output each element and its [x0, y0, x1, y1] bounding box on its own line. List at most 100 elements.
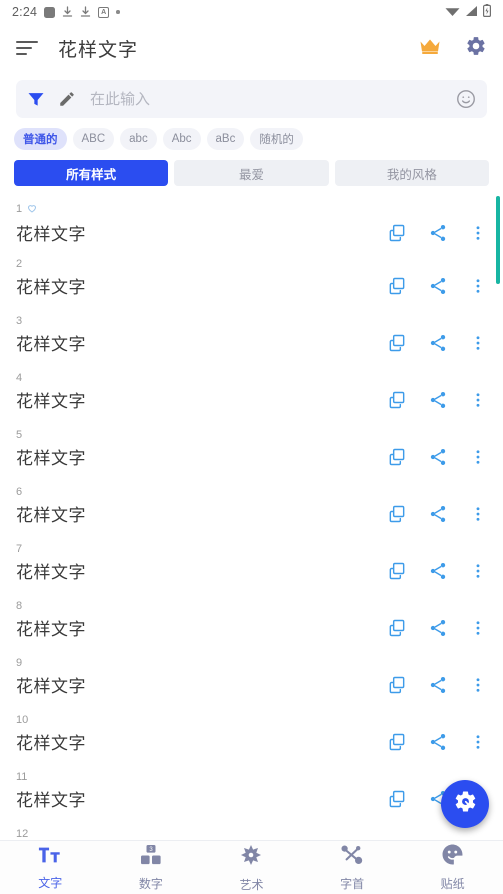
copy-icon[interactable] — [387, 675, 407, 695]
copy-icon[interactable] — [387, 789, 407, 809]
copy-icon[interactable] — [387, 223, 407, 243]
share-icon[interactable] — [428, 732, 448, 752]
overflow-menu-icon[interactable] — [469, 561, 487, 581]
style-text[interactable]: 花样文字 — [16, 330, 86, 355]
row-index: 2 — [16, 253, 487, 270]
copy-icon[interactable] — [387, 732, 407, 752]
share-icon[interactable] — [428, 504, 448, 524]
share-icon[interactable] — [428, 223, 448, 243]
screenshot-icon: A — [98, 6, 110, 18]
nav-item-1[interactable]: 3 数字 — [101, 841, 202, 894]
chip-4[interactable]: aBc — [206, 128, 245, 150]
row-index-label: 10 — [16, 714, 29, 726]
tab-0[interactable]: 所有样式 — [14, 160, 169, 186]
favorite-heart-icon[interactable] — [26, 202, 38, 217]
copy-icon[interactable] — [387, 561, 407, 581]
list-scrollbar[interactable] — [496, 196, 500, 284]
overflow-menu-icon[interactable] — [469, 276, 487, 296]
nav-item-2[interactable]: 艺术 — [201, 841, 302, 894]
list-item[interactable]: 10 花样文字 — [0, 709, 503, 766]
row-index: 12 — [16, 823, 487, 840]
style-text[interactable]: 花样文字 — [16, 387, 86, 412]
copy-icon[interactable] — [387, 618, 407, 638]
list-item[interactable]: 4 花样文字 — [0, 367, 503, 424]
style-text[interactable]: 花样文字 — [16, 558, 86, 583]
style-list[interactable]: 1 花样文字 2 花样文字 3 花样文字 4 花样文字 5 花样文字 6 花样文字 7 花样文字 8 花样文字… — [0, 196, 503, 840]
row-index: 1 — [16, 196, 487, 217]
list-item[interactable]: 11 花样文字 — [0, 766, 503, 823]
nav-item-0[interactable]: 文字 — [0, 841, 101, 894]
chip-0[interactable]: 普通的 — [14, 128, 67, 150]
row-index: 7 — [16, 538, 487, 555]
list-item[interactable]: 9 花样文字 — [0, 652, 503, 709]
style-text[interactable]: 花样文字 — [16, 786, 86, 811]
copy-icon[interactable] — [387, 276, 407, 296]
list-item[interactable]: 7 花样文字 — [0, 538, 503, 595]
search-section — [0, 72, 503, 118]
filter-funnel-icon[interactable] — [26, 89, 46, 109]
style-text[interactable]: 花样文字 — [16, 672, 86, 697]
row-actions — [387, 504, 487, 524]
copy-icon[interactable] — [387, 333, 407, 353]
share-icon[interactable] — [428, 333, 448, 353]
row-index: 10 — [16, 709, 487, 726]
overflow-menu-icon[interactable] — [469, 223, 487, 243]
style-text[interactable]: 花样文字 — [16, 729, 86, 754]
tab-2[interactable]: 我的风格 — [334, 160, 489, 186]
chip-2[interactable]: abc — [120, 128, 157, 150]
list-item[interactable]: 8 花样文字 — [0, 595, 503, 652]
chip-1[interactable]: ABC — [72, 128, 115, 150]
chip-3[interactable]: Abc — [162, 128, 201, 150]
overflow-menu-icon[interactable] — [469, 390, 487, 410]
overflow-menu-icon[interactable] — [469, 447, 487, 467]
list-item[interactable]: 2 花样文字 — [0, 253, 503, 310]
settings-fab-button[interactable] — [441, 780, 489, 828]
chip-5[interactable]: 随机的 — [250, 128, 303, 150]
list-item[interactable]: 6 花样文字 — [0, 481, 503, 538]
nav-item-4[interactable]: 贴纸 — [402, 841, 503, 894]
overflow-menu-icon[interactable] — [469, 333, 487, 353]
pencil-icon[interactable] — [58, 90, 76, 108]
share-icon[interactable] — [428, 276, 448, 296]
style-text[interactable]: 花样文字 — [16, 501, 86, 526]
overflow-menu-icon[interactable] — [469, 618, 487, 638]
crown-icon[interactable] — [419, 37, 441, 60]
copy-icon[interactable] — [387, 447, 407, 467]
list-item[interactable]: 1 花样文字 — [0, 196, 503, 253]
row-body: 花样文字 — [16, 220, 487, 245]
row-index-label: 12 — [16, 828, 29, 840]
list-item[interactable]: 3 花样文字 — [0, 310, 503, 367]
overflow-menu-icon[interactable] — [469, 675, 487, 695]
share-icon[interactable] — [428, 447, 448, 467]
overflow-menu-icon[interactable] — [469, 732, 487, 752]
search-input[interactable] — [90, 90, 449, 108]
app-bar: 花样文字 — [0, 24, 503, 72]
hamburger-sort-icon[interactable] — [16, 40, 38, 56]
bottom-navigation: 文字 3 数字 艺术 字首 贴纸 — [0, 840, 503, 894]
overflow-menu-icon[interactable] — [469, 504, 487, 524]
gear-icon[interactable] — [465, 35, 487, 62]
style-text[interactable]: 花样文字 — [16, 273, 86, 298]
smiley-icon[interactable] — [455, 88, 477, 110]
nav-label: 文字 — [38, 875, 63, 890]
row-body: 花样文字 — [16, 444, 487, 469]
nav-label: 艺术 — [239, 877, 264, 892]
share-icon[interactable] — [428, 618, 448, 638]
list-item[interactable]: 5 花样文字 — [0, 424, 503, 481]
share-icon[interactable] — [428, 561, 448, 581]
status-bar-right — [445, 4, 492, 20]
copy-icon[interactable] — [387, 504, 407, 524]
nav-item-3[interactable]: 字首 — [302, 841, 403, 894]
battery-icon — [483, 4, 492, 20]
copy-icon[interactable] — [387, 390, 407, 410]
style-text[interactable]: 花样文字 — [16, 615, 86, 640]
share-icon[interactable] — [428, 675, 448, 695]
row-body: 花样文字 — [16, 501, 487, 526]
style-text[interactable]: 花样文字 — [16, 444, 86, 469]
search-box[interactable] — [16, 80, 487, 118]
style-text[interactable]: 花样文字 — [16, 220, 86, 245]
share-icon[interactable] — [428, 390, 448, 410]
signal-icon — [465, 5, 478, 20]
tab-1[interactable]: 最爱 — [174, 160, 329, 186]
list-item[interactable]: 12 — [0, 823, 503, 840]
